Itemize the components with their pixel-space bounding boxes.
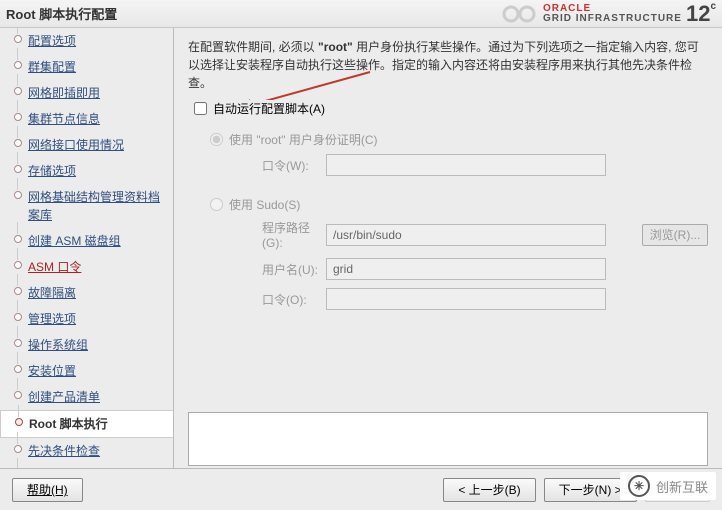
footer-bar: 帮助(H) < 上一步(B) 下一步(N) > 安装(I)	[0, 468, 722, 510]
sidebar-item-label: 存储选项	[28, 164, 76, 178]
sidebar-item-label: 创建产品清单	[28, 390, 100, 404]
sidebar-item-11[interactable]: 操作系统组	[0, 332, 173, 358]
sidebar-item-0[interactable]: 配置选项	[0, 28, 173, 54]
use-sudo-label: 使用 Sudo(S)	[229, 196, 300, 213]
sidebar-item-3[interactable]: 集群节点信息	[0, 106, 173, 132]
sidebar-item-label: 网格即插即用	[28, 86, 100, 100]
username-input[interactable]	[326, 258, 606, 280]
sudo-password-input[interactable]	[326, 288, 606, 310]
credentials-group: 使用 "root" 用户身份证明(C) 口令(W): 使用 Sudo(S) 程序…	[210, 131, 708, 310]
sidebar-item-4[interactable]: 网络接口使用情况	[0, 132, 173, 158]
use-root-label: 使用 "root" 用户身份证明(C)	[229, 131, 378, 148]
back-button[interactable]: < 上一步(B)	[443, 478, 535, 502]
sidebar-item-label: Root 脚本执行	[29, 417, 108, 431]
browse-button[interactable]: 浏览(R)...	[642, 224, 708, 246]
sidebar-item-label: 网格基础结构管理资料档案库	[28, 190, 160, 222]
help-button[interactable]: 帮助(H)	[12, 478, 83, 502]
brand-logo: ORACLE GRID INFRASTRUCTURE 12c	[501, 1, 716, 27]
sidebar-item-label: 网络接口使用情况	[28, 138, 124, 152]
root-password-label: 口令(W):	[262, 157, 326, 174]
sidebar-item-1[interactable]: 群集配置	[0, 54, 173, 80]
sidebar-item-14[interactable]: Root 脚本执行	[0, 410, 174, 438]
sidebar-item-15[interactable]: 先决条件检查	[0, 438, 173, 464]
sidebar-item-label: 先决条件检查	[28, 444, 100, 458]
version-text: 12c	[686, 1, 716, 27]
auto-run-checkbox[interactable]	[194, 102, 207, 115]
content-area: 配置选项群集配置网格即插即用集群节点信息网络接口使用情况存储选项网格基础结构管理…	[0, 28, 722, 468]
grid-text: GRID INFRASTRUCTURE	[543, 14, 682, 24]
sidebar-item-2[interactable]: 网格即插即用	[0, 80, 173, 106]
use-sudo-radio-row: 使用 Sudo(S)	[210, 196, 708, 213]
username-label: 用户名(U):	[262, 261, 326, 278]
sidebar-item-16: 概要	[0, 464, 173, 468]
sidebar-item-9[interactable]: 故障隔离	[0, 280, 173, 306]
auto-run-checkbox-row[interactable]: 自动运行配置脚本(A)	[194, 100, 708, 117]
sidebar-item-5[interactable]: 存储选项	[0, 158, 173, 184]
sidebar-item-label: 集群节点信息	[28, 112, 100, 126]
program-path-label: 程序路径(G):	[262, 219, 326, 250]
page-title: Root 脚本执行配置	[6, 4, 117, 23]
main-panel: 在配置软件期间, 必须以 "root" 用户身份执行某些操作。通过为下列选项之一…	[174, 28, 722, 468]
header-bar: Root 脚本执行配置 ORACLE GRID INFRASTRUCTURE 1…	[0, 0, 722, 28]
sidebar-item-label: 安装位置	[28, 364, 76, 378]
sidebar-item-label: 管理选项	[28, 312, 76, 326]
sudo-password-label: 口令(O):	[262, 291, 326, 308]
sidebar-item-label: 配置选项	[28, 34, 76, 48]
root-password-input[interactable]	[326, 154, 606, 176]
sidebar-item-10[interactable]: 管理选项	[0, 306, 173, 332]
program-path-input[interactable]	[326, 224, 606, 246]
watermark-text: 创新互联	[656, 477, 708, 496]
watermark-logo-icon: ✳	[628, 475, 650, 497]
use-root-radio-row: 使用 "root" 用户身份证明(C)	[210, 131, 708, 148]
use-root-radio[interactable]	[210, 133, 223, 146]
instruction-text: 在配置软件期间, 必须以 "root" 用户身份执行某些操作。通过为下列选项之一…	[188, 38, 708, 92]
log-output-box	[188, 412, 708, 466]
oracle-text: ORACLE	[543, 4, 682, 14]
watermark: ✳ 创新互联	[620, 472, 716, 500]
gears-icon	[501, 3, 539, 25]
sidebar-item-label: 群集配置	[28, 60, 76, 74]
sidebar-item-label: 故障隔离	[28, 286, 76, 300]
sidebar-item-8[interactable]: ASM 口令	[0, 254, 173, 280]
sidebar-item-12[interactable]: 安装位置	[0, 358, 173, 384]
sidebar-item-6[interactable]: 网格基础结构管理资料档案库	[0, 184, 173, 228]
use-sudo-radio[interactable]	[210, 198, 223, 211]
auto-run-label: 自动运行配置脚本(A)	[213, 100, 325, 117]
sidebar-item-label: 创建 ASM 磁盘组	[28, 234, 121, 248]
sidebar-item-label: ASM 口令	[28, 260, 81, 274]
sidebar-item-13[interactable]: 创建产品清单	[0, 384, 173, 410]
sidebar-item-label: 操作系统组	[28, 338, 88, 352]
sidebar-item-7[interactable]: 创建 ASM 磁盘组	[0, 228, 173, 254]
sidebar-nav: 配置选项群集配置网格即插即用集群节点信息网络接口使用情况存储选项网格基础结构管理…	[0, 28, 174, 468]
